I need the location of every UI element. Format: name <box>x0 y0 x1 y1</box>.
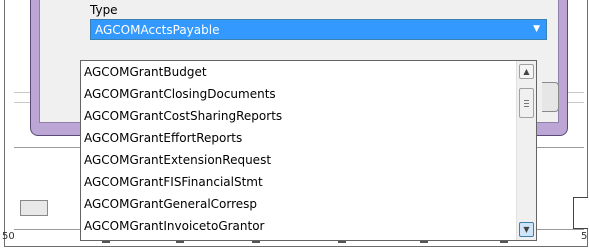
chevron-down-icon[interactable]: ▼ <box>533 24 540 34</box>
dropdown-option[interactable]: AGCOMGrantClosingDocuments <box>81 83 516 105</box>
arrow-down-icon[interactable]: ▼ <box>519 222 534 237</box>
ruler-label-left: 50 <box>2 231 15 242</box>
type-dropdown-list[interactable]: AGCOMGrantBudget AGCOMGrantClosingDocumen… <box>80 60 537 241</box>
ruler-label-right: 5 <box>581 231 588 242</box>
background-panel-edge <box>573 197 588 229</box>
dropdown-option[interactable]: AGCOMGrantFISFinancialStmt <box>81 171 516 193</box>
type-label: Type <box>90 3 118 17</box>
dropdown-option[interactable]: AGCOMGrantBudget <box>81 61 516 83</box>
dialog-button-edge[interactable] <box>542 82 559 112</box>
dropdown-option[interactable]: AGCOMGrantCostSharingReports <box>81 105 516 127</box>
ruler-ticks <box>60 240 560 248</box>
dropdown-option[interactable]: AGCOMGrantExtensionRequest <box>81 149 516 171</box>
background-thumbnail <box>20 200 48 216</box>
type-selected-value: AGCOMAcctsPayable <box>95 23 220 37</box>
type-combobox[interactable]: AGCOMAcctsPayable ▼ <box>90 19 547 40</box>
dropdown-option[interactable]: AGCOMGrantEffortReports <box>81 127 516 149</box>
dropdown-option[interactable]: AGCOMGrantInvoicetoGrantor <box>81 215 516 237</box>
arrow-up-icon[interactable]: ▲ <box>519 64 534 79</box>
scroll-thumb[interactable] <box>519 88 534 118</box>
dropdown-option[interactable]: AGCOMGrantGeneralCorresp <box>81 193 516 215</box>
dropdown-options: AGCOMGrantBudget AGCOMGrantClosingDocumen… <box>81 61 516 237</box>
dropdown-scrollbar[interactable]: ▲ ▼ <box>516 61 536 240</box>
